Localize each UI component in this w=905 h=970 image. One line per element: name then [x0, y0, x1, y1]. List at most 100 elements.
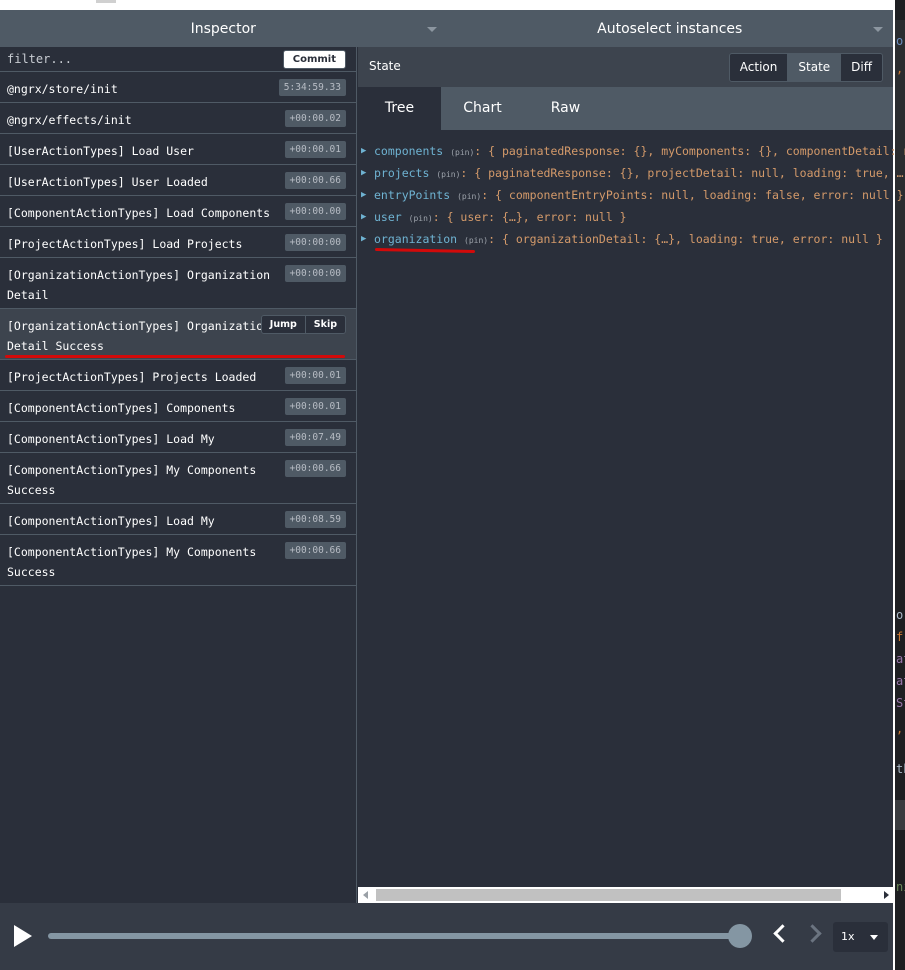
action-name: @ngrx/store/init	[7, 82, 118, 96]
action-item[interactable]: [ComponentActionTypes] Components Succes…	[0, 391, 356, 435]
instance-select-label: Autoselect instances	[597, 20, 743, 37]
action-time: +00:07.49	[284, 429, 346, 446]
red-annotation-underline	[5, 355, 345, 358]
pin-toggle[interactable]: (pin)	[464, 236, 488, 245]
tree-key: projects	[374, 166, 430, 180]
skip-button[interactable]: Skip	[304, 316, 345, 333]
state-toolbar: State Action State Diff	[358, 47, 893, 87]
expand-arrow-icon[interactable]: ▶	[361, 162, 366, 184]
scrollbar-thumb[interactable]	[376, 889, 841, 901]
tab-chart[interactable]: Chart	[441, 87, 524, 130]
action-list-pane: Commit @ngrx/store/init 5:34:59.33 @ngrx…	[0, 47, 357, 903]
action-name: [ProjectActionTypes] Load Projects	[7, 237, 243, 251]
tab-raw[interactable]: Raw	[524, 87, 607, 130]
action-item[interactable]: [UserActionTypes] User Loaded +00:00.66	[0, 165, 356, 196]
mode-diff-button[interactable]: Diff	[840, 54, 882, 81]
play-icon[interactable]	[14, 925, 32, 947]
horizontal-scrollbar[interactable]	[358, 887, 893, 903]
view-tabs: Tree Chart Raw	[358, 87, 893, 130]
action-button-group: Jump Skip	[260, 315, 346, 334]
chevron-down-icon	[426, 27, 437, 32]
expand-arrow-icon[interactable]: ▶	[361, 140, 366, 162]
monitor-select[interactable]: Inspector	[0, 10, 447, 47]
state-pane: State Action State Diff Tree Chart Raw ▶…	[358, 47, 905, 903]
action-item[interactable]: [OrganizationActionTypes] Organization D…	[0, 258, 356, 309]
tree-node[interactable]: ▶ components (pin): { paginatedResponse:…	[358, 140, 905, 162]
action-item[interactable]: [UserActionTypes] Load User +00:00.01	[0, 134, 356, 165]
filter-row: Commit	[0, 47, 356, 72]
action-item[interactable]: @ngrx/store/init 5:34:59.33	[0, 72, 356, 103]
timeline-slider[interactable]	[48, 933, 740, 939]
action-name: @ngrx/effects/init	[7, 113, 132, 127]
mode-action-button[interactable]: Action	[729, 54, 788, 81]
action-time: +00:08.59	[284, 511, 346, 528]
action-time: +00:00.66	[284, 460, 346, 477]
action-item-selected[interactable]: [OrganizationActionTypes] Organization D…	[0, 309, 356, 360]
expand-arrow-icon[interactable]: ▶	[361, 206, 366, 228]
mode-switcher: Action State Diff	[728, 53, 883, 82]
expand-arrow-icon[interactable]: ▶	[361, 184, 366, 206]
action-time: +00:00.01	[284, 141, 346, 158]
tree-node[interactable]: ▶ user (pin): { user: {…}, error: null }	[358, 206, 893, 228]
action-name: [ComponentActionTypes] My Components Suc…	[7, 545, 257, 579]
tree-node[interactable]: ▶ projects (pin): { paginatedResponse: {…	[358, 162, 905, 184]
action-name: [UserActionTypes] User Loaded	[7, 175, 208, 189]
tree-value: : { organizationDetail: {…}, loading: tr…	[488, 232, 883, 246]
action-time: +00:00.02	[284, 110, 346, 127]
action-time: +00:00.01	[284, 398, 346, 415]
pin-toggle[interactable]: (pin)	[409, 214, 433, 223]
pin-toggle[interactable]: (pin)	[450, 148, 474, 157]
pin-toggle[interactable]: (pin)	[436, 170, 460, 179]
chevron-down-icon	[873, 27, 883, 32]
speed-select[interactable]: 1x	[833, 922, 888, 952]
tree-value: : { user: {…}, error: null }	[432, 210, 627, 224]
devtools-header: Inspector Autoselect instances	[0, 10, 893, 47]
mode-state-button[interactable]: State	[787, 54, 841, 81]
tree-node[interactable]: ▶ entryPoints (pin): { componentEntryPoi…	[358, 184, 904, 206]
tree-key: user	[374, 210, 402, 224]
action-item[interactable]: [ComponentActionTypes] Load Components +…	[0, 196, 356, 227]
step-forward-icon[interactable]	[803, 924, 822, 943]
action-item[interactable]: [ComponentActionTypes] My Components Suc…	[0, 535, 356, 586]
action-name: [ProjectActionTypes] Projects Loaded	[7, 370, 257, 384]
action-name: [UserActionTypes] Load User	[7, 144, 194, 158]
jump-button[interactable]: Jump	[261, 316, 305, 333]
step-back-icon[interactable]	[773, 924, 792, 943]
monitor-select-label: Inspector	[190, 20, 256, 37]
action-time: +00:00:00	[284, 234, 346, 251]
action-item[interactable]: [ComponentActionTypes] Load My Component…	[0, 504, 356, 548]
instance-select[interactable]: Autoselect instances	[447, 10, 894, 47]
chevron-down-icon	[870, 935, 878, 940]
tree-key: components	[374, 144, 444, 158]
filter-input[interactable]	[0, 47, 290, 71]
state-tree: ▶ components (pin): { paginatedResponse:…	[358, 130, 905, 254]
speed-value: 1x	[841, 930, 855, 943]
tab-stub	[96, 0, 116, 3]
action-item[interactable]: [ProjectActionTypes] Load Projects +00:0…	[0, 227, 356, 258]
action-time: +00:00.66	[284, 542, 346, 559]
action-time: +00:00.66	[284, 172, 346, 189]
action-name: [OrganizationActionTypes] Organization D…	[7, 319, 271, 353]
top-window-strip	[0, 0, 893, 10]
action-item[interactable]: @ngrx/effects/init +00:00.02	[0, 103, 356, 134]
playback-bar: 1x	[0, 903, 893, 970]
commit-button[interactable]: Commit	[282, 50, 346, 69]
tree-value: : { paginatedResponse: {}, myComponents:…	[474, 144, 905, 158]
tree-value: : { paginatedResponse: {}, projectDetail…	[460, 166, 905, 180]
tab-tree[interactable]: Tree	[358, 87, 441, 130]
tree-key: organization	[374, 232, 458, 246]
action-item[interactable]: [ComponentActionTypes] My Components Suc…	[0, 453, 356, 504]
scroll-right-icon[interactable]	[884, 891, 889, 899]
tree-value: : { componentEntryPoints: null, loading:…	[481, 188, 904, 202]
pin-toggle[interactable]: (pin)	[457, 192, 481, 201]
action-item[interactable]: [ComponentActionTypes] Load My Component…	[0, 422, 356, 466]
action-name: [ComponentActionTypes] Load Components	[7, 206, 271, 220]
action-item[interactable]: [ProjectActionTypes] Projects Loaded +00…	[0, 360, 356, 391]
slider-handle[interactable]	[728, 924, 752, 948]
action-time: 5:34:59.33	[278, 79, 346, 96]
tree-node[interactable]: ▶ organization (pin): { organizationDeta…	[358, 228, 893, 254]
action-name: [OrganizationActionTypes] Organization D…	[7, 268, 271, 302]
scroll-left-icon[interactable]	[363, 891, 368, 899]
expand-arrow-icon[interactable]: ▶	[361, 228, 366, 250]
action-time: +00:00.01	[284, 367, 346, 384]
